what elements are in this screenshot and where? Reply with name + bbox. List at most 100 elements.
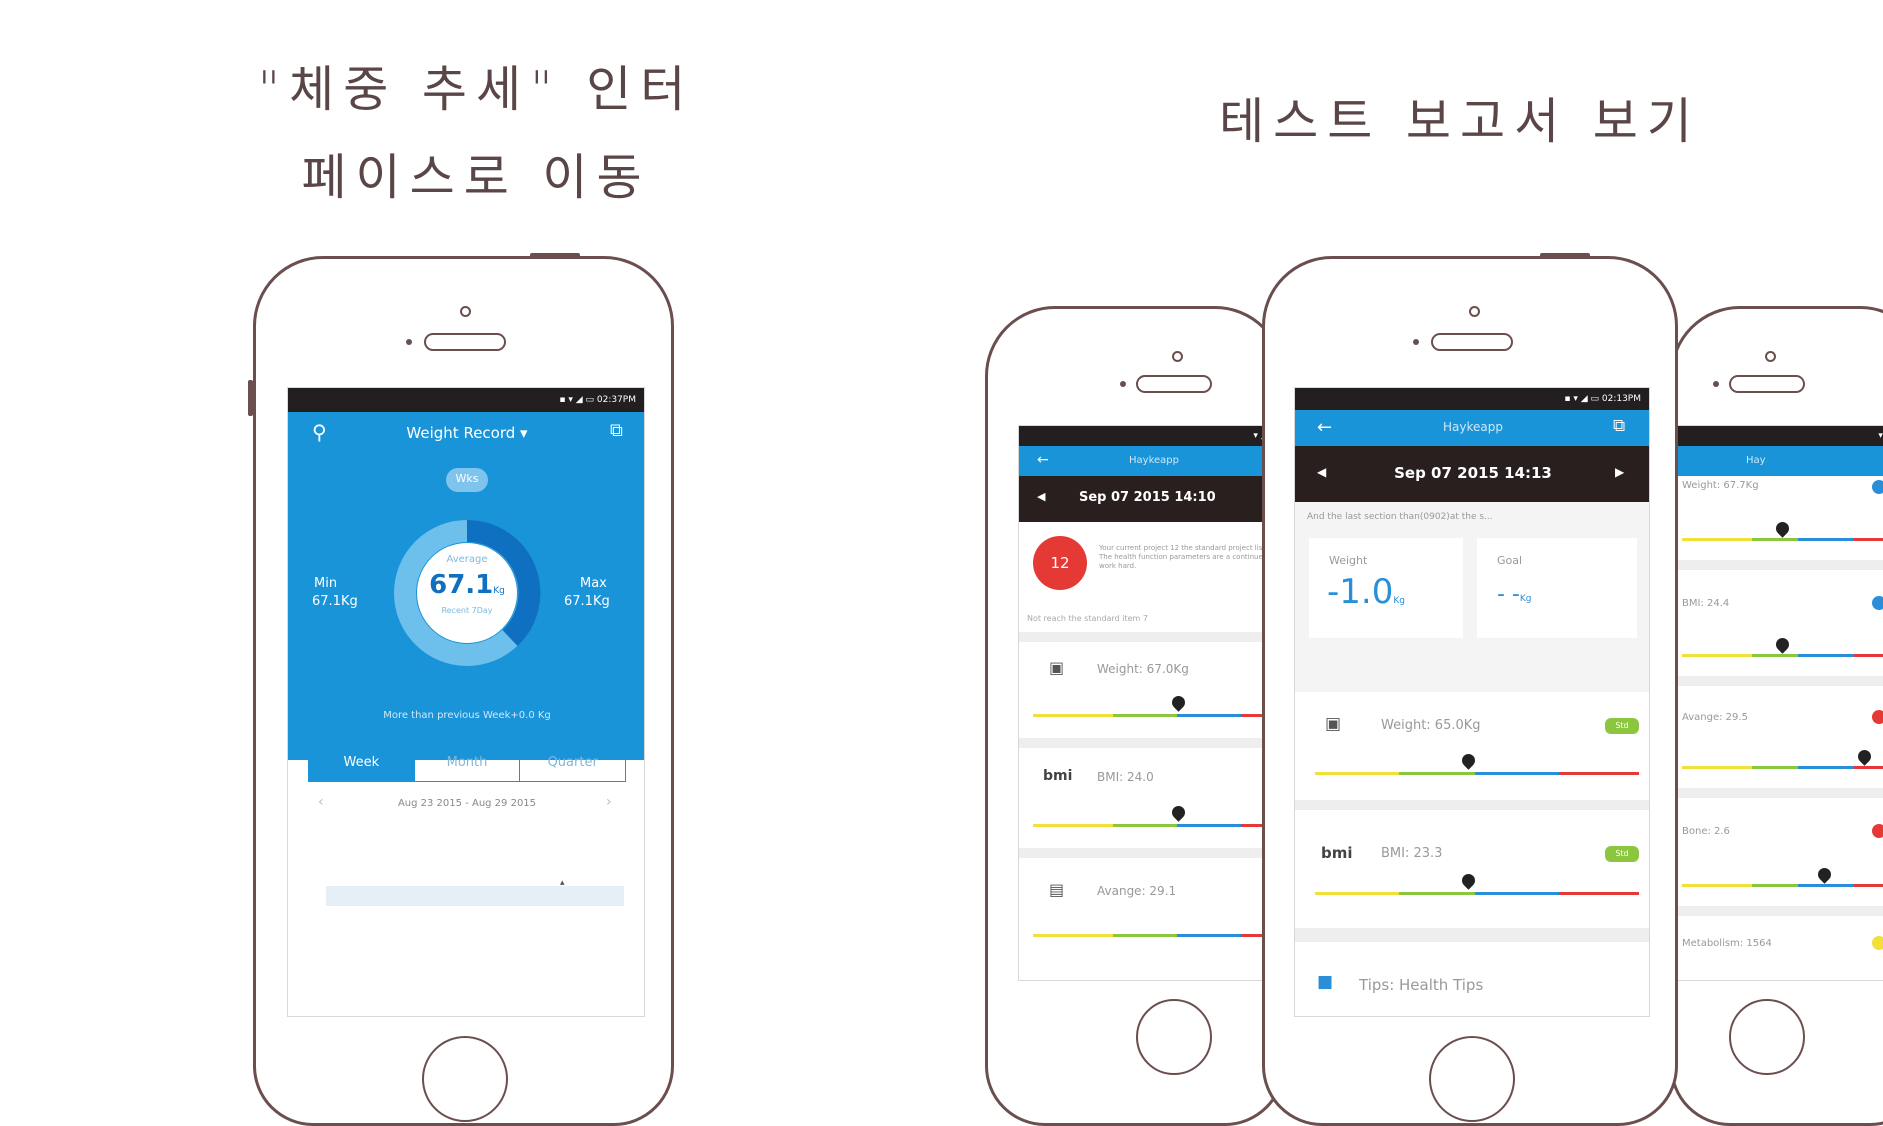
home-button[interactable] <box>422 1036 508 1122</box>
scale-very-high <box>1854 766 1883 769</box>
average-unit: Kg <box>493 586 505 596</box>
weight-row-label: Weight: 67.7Kg <box>1682 480 1759 491</box>
scale-normal <box>1399 772 1475 775</box>
status-badge: Std <box>1605 846 1639 862</box>
scale-normal <box>1113 824 1177 827</box>
health-tips-link[interactable]: Tips: Health Tips <box>1359 976 1483 994</box>
weight-summary-panel: ⚲ Weight Record ▾ ⧉ Wks Average 67.1Kg R… <box>288 412 644 760</box>
scale-high <box>1798 766 1854 769</box>
status-dot <box>1872 480 1883 494</box>
separator <box>1674 906 1883 916</box>
scale-low <box>1682 538 1752 541</box>
trend-chart-band <box>326 886 624 906</box>
separator <box>1019 632 1282 642</box>
scale-normal <box>1399 892 1475 895</box>
report-date: Sep 07 2015 14:10 <box>1079 490 1216 505</box>
status-dot <box>1872 596 1883 610</box>
report-left-screen: ▾ ◢ ▭ ← Haykeapp ◀ Sep 07 2015 14:10 12 … <box>1018 425 1282 981</box>
average-value: 67.1 <box>429 570 494 600</box>
status-bar: ▪ ▾ ◢ ▭ 02:13PM <box>1295 388 1649 410</box>
section-title: Not reach the standard item 7 <box>1027 614 1148 623</box>
home-button[interactable] <box>1136 999 1212 1075</box>
scale-normal <box>1752 538 1798 541</box>
period-tabs: Week Month Quarter <box>308 744 626 782</box>
scale-marker <box>1169 803 1188 822</box>
separator <box>1019 848 1282 858</box>
scale-normal <box>1113 714 1177 717</box>
max-value: 67.1Kg <box>564 594 610 609</box>
tab-month[interactable]: Month <box>413 745 520 781</box>
scale-marker <box>1855 747 1874 766</box>
separator <box>1019 738 1282 748</box>
bmi-icon: bmi <box>1321 844 1353 862</box>
sensor-dot <box>1713 381 1719 387</box>
weight-change-value-group: -1.0Kg <box>1327 572 1405 612</box>
scale-high <box>1798 538 1854 541</box>
speaker-grille <box>1136 375 1212 393</box>
scale-very-high <box>1559 892 1639 895</box>
scale-low <box>1033 934 1113 937</box>
weight-record-screen: ▪ ▾ ◢ ▭ 02:37PM ⚲ Weight Record ▾ ⧉ Wks … <box>287 387 645 1017</box>
speaker-grille <box>424 333 506 351</box>
camera-icon <box>1765 351 1776 362</box>
date-range: Aug 23 2015 - Aug 29 2015 <box>397 798 537 809</box>
phone-weight-record: ▪ ▾ ◢ ▭ 02:37PM ⚲ Weight Record ▾ ⧉ Wks … <box>253 256 674 1126</box>
scale-normal <box>1752 766 1798 769</box>
average-label: Average <box>446 554 488 565</box>
scale-marker <box>1459 871 1478 890</box>
nav-title: Haykeapp <box>1129 455 1179 466</box>
scale-high <box>1177 934 1241 937</box>
trend-point-icon: ▴ <box>560 878 565 888</box>
share-icon[interactable]: ⧉ <box>1613 416 1625 436</box>
weight-icon: ▣ <box>1325 714 1342 734</box>
separator <box>1674 676 1883 686</box>
scale-very-high <box>1854 884 1883 887</box>
tab-quarter[interactable]: Quarter <box>519 745 625 781</box>
next-range-icon[interactable]: › <box>606 794 612 810</box>
scale-very-high <box>1559 772 1639 775</box>
home-button[interactable] <box>1729 999 1805 1075</box>
status-bar: ▾ ◢ ▭ <box>1674 426 1883 446</box>
min-label: Min <box>314 576 338 591</box>
nav-title: Hay <box>1746 455 1766 466</box>
scale-high <box>1177 714 1241 717</box>
scale-high <box>1475 772 1559 775</box>
status-badge: Std <box>1605 718 1639 734</box>
date-header: ◀ Sep 07 2015 14:10 <box>1019 476 1282 522</box>
separator <box>1295 800 1649 810</box>
nav-bar: ← Haykeapp <box>1019 446 1282 476</box>
home-button[interactable] <box>1429 1036 1515 1122</box>
scale-marker <box>1815 865 1834 884</box>
bmi-icon: bmi <box>1043 768 1073 784</box>
scale-marker <box>1773 519 1792 538</box>
bmi-row-label: BMI: 24.0 <box>1097 770 1154 784</box>
scale-very-high <box>1854 538 1883 541</box>
scale-marker <box>1459 751 1478 770</box>
prev-date-icon[interactable]: ◀ <box>1037 490 1045 503</box>
weight-icon: ▣ <box>1049 658 1065 677</box>
scale-low <box>1682 654 1752 657</box>
camera-icon <box>1469 306 1480 317</box>
scale-high <box>1798 654 1854 657</box>
scale-normal <box>1113 934 1177 937</box>
scale-marker <box>1169 693 1188 712</box>
tab-week[interactable]: Week <box>309 745 414 781</box>
status-bar: ▪ ▾ ◢ ▭ 02:37PM <box>288 388 644 412</box>
nav-title[interactable]: Weight Record ▾ <box>288 424 644 442</box>
report-intro: And the last section than(0902)at the s.… <box>1307 512 1493 522</box>
sensor-dot <box>1120 381 1126 387</box>
period-pill[interactable]: Wks <box>446 468 488 492</box>
camera-icon <box>460 306 471 317</box>
sensor-dot <box>406 339 412 345</box>
speaker-grille <box>1729 375 1805 393</box>
speaker-grille <box>1431 333 1513 351</box>
next-date-icon[interactable]: ▶ <box>1615 465 1624 479</box>
separator <box>1295 928 1649 942</box>
avange-row-label: Avange: 29.1 <box>1097 884 1177 898</box>
goal-unit: Kg <box>1519 594 1532 604</box>
share-icon[interactable]: ⧉ <box>610 420 623 441</box>
separator <box>1674 788 1883 798</box>
average-value-group: 67.1Kg <box>392 570 542 600</box>
goal-value-group: - -Kg <box>1497 582 1532 607</box>
avange-row-label: Avange: 29.5 <box>1682 712 1748 723</box>
